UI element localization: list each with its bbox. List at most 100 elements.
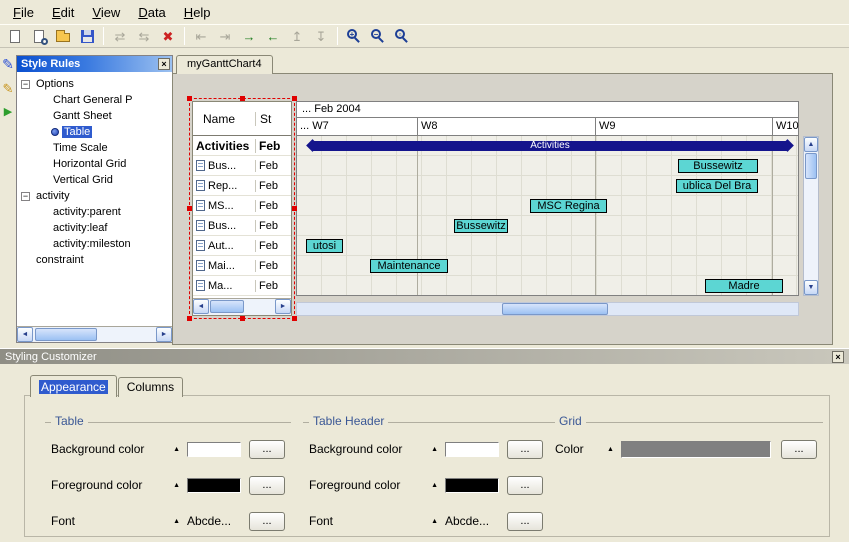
table-row-bus[interactable]: Bus...Feb — [193, 156, 291, 176]
activity-bar-bussewitz[interactable]: Bussewitz — [454, 219, 508, 233]
table-row-ms[interactable]: MS...Feb — [193, 196, 291, 216]
tree-item-horizontal-grid[interactable]: Horizontal Grid — [17, 156, 172, 172]
property-label: Foreground color — [51, 478, 173, 492]
tab-myganttchart4[interactable]: myGanttChart4 — [176, 55, 273, 74]
column-header-start[interactable]: St — [255, 112, 291, 126]
table-row-bus[interactable]: Bus...Feb — [193, 216, 291, 236]
activity-bar-maintenance[interactable]: Maintenance — [370, 259, 448, 273]
tree-item-activity-mileston[interactable]: activity:mileston — [17, 236, 172, 252]
gantt-hscrollbar[interactable] — [296, 302, 799, 316]
activity-bar-msc-regina[interactable]: MSC Regina — [530, 199, 607, 213]
delete-icon[interactable]: ✖ — [157, 26, 179, 46]
collapse-icon[interactable]: − — [21, 192, 30, 201]
activity-bar-bussewitz[interactable]: Bussewitz — [678, 159, 758, 173]
scroll-left-arrow-icon[interactable]: ◄ — [17, 327, 33, 342]
color-swatch — [621, 441, 771, 458]
gantt-vscrollbar[interactable]: ▲ ▼ — [803, 136, 819, 296]
table-row-rep[interactable]: Rep...Feb — [193, 176, 291, 196]
scroll-up-arrow-icon[interactable]: ▲ — [804, 137, 818, 152]
style-rules-hscrollbar[interactable]: ◄ ► — [17, 326, 172, 342]
table-foreground-color-ellipsis-button[interactable]: ... — [249, 476, 285, 495]
table-hscroll-thumb[interactable] — [210, 300, 244, 313]
table-row-activities[interactable]: ActivitiesFeb — [193, 136, 291, 156]
selection-handle[interactable] — [240, 316, 245, 321]
demote-icon[interactable]: ⇥ — [214, 26, 236, 46]
tree-item-label: Vertical Grid — [51, 174, 115, 186]
activity-bar-ublica-del-bra[interactable]: ublica Del Bra — [676, 179, 758, 193]
close-icon[interactable]: × — [832, 351, 844, 363]
table-row-mai[interactable]: Mai...Feb — [193, 256, 291, 276]
selection-handle[interactable] — [292, 316, 297, 321]
run-icon[interactable]: ▶ — [1, 104, 16, 120]
menu-data[interactable]: Data — [129, 2, 174, 23]
close-icon[interactable]: × — [158, 58, 170, 70]
table-font-ellipsis-button[interactable]: ... — [249, 512, 285, 531]
table-header-font-ellipsis-button[interactable]: ... — [507, 512, 543, 531]
table-row-ma[interactable]: Ma...Feb — [193, 276, 291, 296]
tree-item-options[interactable]: −Options — [17, 76, 172, 92]
property-label: Background color — [51, 442, 173, 456]
row-start-cell: Feb — [255, 139, 291, 153]
zoom-window-icon[interactable]: ▫ — [391, 26, 413, 46]
outdent-icon[interactable]: ← — [262, 26, 284, 46]
gantt-table[interactable]: Name St ActivitiesFebBus...FebRep...FebM… — [192, 101, 292, 316]
gantt-chart-area: Name St ActivitiesFebBus...FebRep...FebM… — [172, 73, 833, 345]
tab-columns[interactable]: Columns — [118, 377, 183, 397]
tree-item-gantt-sheet[interactable]: Gantt Sheet — [17, 108, 172, 124]
scroll-right-arrow-icon[interactable]: ► — [275, 299, 291, 314]
link-icon[interactable]: ⇄ — [109, 26, 131, 46]
menu-help[interactable]: Help — [175, 2, 220, 23]
style-brush-icon[interactable]: ✎ — [1, 56, 16, 72]
tree-item-vertical-grid[interactable]: Vertical Grid — [17, 172, 172, 188]
tab-appearance[interactable]: Appearance — [30, 375, 117, 397]
property-label: Background color — [309, 442, 431, 456]
tree-item-table[interactable]: Table — [17, 124, 172, 140]
export-icon[interactable]: ↥ — [286, 26, 308, 46]
style-rules-hscroll-thumb[interactable] — [35, 328, 97, 341]
import-icon[interactable]: ↧ — [310, 26, 332, 46]
menu-edit[interactable]: Edit — [43, 2, 83, 23]
font-preview-value: Abcde... — [187, 514, 241, 528]
divider-arrow-icon: ▲ — [173, 482, 180, 489]
selection-handle[interactable] — [187, 316, 192, 321]
edit-pen-icon[interactable]: ✎ — [1, 80, 16, 96]
open-icon[interactable] — [52, 26, 74, 46]
find-icon[interactable] — [28, 26, 50, 46]
row-start-cell: Feb — [255, 220, 291, 232]
collapse-icon[interactable]: − — [21, 80, 30, 89]
activity-bar-utosi[interactable]: utosi — [306, 239, 343, 253]
menu-file[interactable]: File — [4, 2, 43, 23]
table-hscrollbar[interactable]: ◄ ► — [193, 298, 291, 315]
table-background-color-ellipsis-button[interactable]: ... — [249, 440, 285, 459]
toolbar-separator — [103, 27, 104, 45]
tree-item-activity-leaf[interactable]: activity:leaf — [17, 220, 172, 236]
group-title: Grid — [555, 414, 586, 428]
tree-item-constraint[interactable]: constraint — [17, 252, 172, 268]
gantt-vscroll-thumb[interactable] — [805, 153, 817, 179]
group-title: Table Header — [309, 414, 388, 428]
column-header-name[interactable]: Name — [193, 112, 255, 126]
gantt-hscroll-thumb[interactable] — [502, 303, 608, 315]
zoom-in-icon[interactable]: + — [343, 26, 365, 46]
tree-item-chart-general-p[interactable]: Chart General P — [17, 92, 172, 108]
scroll-left-arrow-icon[interactable]: ◄ — [193, 299, 209, 314]
summary-bar-activities[interactable]: Activities — [312, 141, 788, 151]
indent-icon[interactable]: → — [238, 26, 260, 46]
table-header-background-color-ellipsis-button[interactable]: ... — [507, 440, 543, 459]
zoom-out-icon[interactable]: − — [367, 26, 389, 46]
grid-color-ellipsis-button[interactable]: ... — [781, 440, 817, 459]
table-header-foreground-color-ellipsis-button[interactable]: ... — [507, 476, 543, 495]
scroll-down-arrow-icon[interactable]: ▼ — [804, 280, 818, 295]
unlink-icon[interactable]: ⇆ — [133, 26, 155, 46]
row-start-cell: Feb — [255, 280, 291, 292]
activity-bar-madre[interactable]: Madre — [705, 279, 783, 293]
new-document-icon[interactable] — [4, 26, 26, 46]
menu-view[interactable]: View — [83, 2, 129, 23]
save-icon[interactable] — [76, 26, 98, 46]
tree-item-activity-parent[interactable]: activity:parent — [17, 204, 172, 220]
table-row-aut[interactable]: Aut...Feb — [193, 236, 291, 256]
tree-item-time-scale[interactable]: Time Scale — [17, 140, 172, 156]
tree-item-activity[interactable]: −activity — [17, 188, 172, 204]
promote-icon[interactable]: ⇤ — [190, 26, 212, 46]
scroll-right-arrow-icon[interactable]: ► — [156, 327, 172, 342]
